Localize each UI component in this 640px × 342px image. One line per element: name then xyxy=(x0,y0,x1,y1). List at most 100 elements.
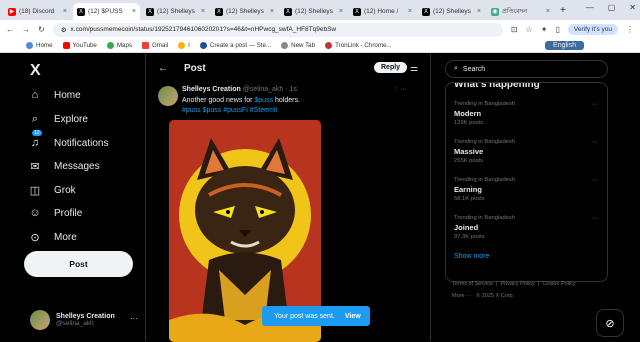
tronlink-icon xyxy=(325,42,333,49)
verify-button[interactable]: Verify it's you xyxy=(567,24,618,35)
browser-tab[interactable]: X (12) Shelleys × xyxy=(280,3,347,20)
close-tab-icon[interactable]: × xyxy=(132,8,136,15)
close-tab-icon[interactable]: × xyxy=(201,8,205,15)
account-name: Shelleys Creation xyxy=(56,313,115,320)
close-tab-icon[interactable]: × xyxy=(477,8,481,15)
browser-tab-active[interactable]: X (12) $PUSS × xyxy=(73,3,140,20)
more-dots-icon[interactable]: ··· xyxy=(130,314,138,323)
window-controls: — ▢ ✕ xyxy=(586,3,636,12)
settings-sliders-icon[interactable]: ⚌ xyxy=(410,63,418,74)
bookmark-new-tab[interactable]: New Tab xyxy=(281,42,315,49)
nav-home[interactable]: ⌂ Home xyxy=(28,88,81,102)
close-tab-icon[interactable]: × xyxy=(408,8,412,15)
cookie-link[interactable]: Cookie Policy xyxy=(542,281,575,287)
close-tab-icon[interactable]: × xyxy=(270,8,274,15)
close-tab-icon[interactable]: × xyxy=(339,8,343,15)
home-icon: ⌂ xyxy=(31,89,39,101)
bookmark-i[interactable]: I xyxy=(178,42,190,49)
bookmark-create-post[interactable]: Create a post — Ste... xyxy=(199,42,271,49)
more-link[interactable]: More ··· xyxy=(452,293,472,299)
browser-tab[interactable]: ▶ (18) Discord × xyxy=(4,3,71,20)
hashtags-link[interactable]: #puss $puss #pussFi #Steemit xyxy=(182,107,277,114)
post-sent-toast: Your post was sent. View xyxy=(262,306,370,326)
privacy-link[interactable]: Privacy Policy xyxy=(501,281,535,287)
view-post-link[interactable]: View xyxy=(345,313,361,320)
browser-tab[interactable]: X (12) Shelleys × xyxy=(211,3,278,20)
address-bar-row: ← → ↻ ⚙ x.com/pussmemecoin/status/1925217… xyxy=(0,20,640,39)
extensions-icon[interactable]: ✦ xyxy=(541,25,548,34)
nav-grok[interactable]: ◫ Grok xyxy=(28,183,76,197)
tweet-author[interactable]: Shelleys Creation @selina_akh · 1s xyxy=(182,86,297,93)
language-badge[interactable]: English xyxy=(545,41,584,50)
close-tab-icon[interactable]: × xyxy=(546,8,550,15)
site-info-icon[interactable]: ⚙ xyxy=(61,26,67,34)
copyright: © 2025 X Corp. xyxy=(476,293,515,299)
install-icon[interactable]: ⊡ xyxy=(511,25,518,34)
bookmark-maps[interactable]: Maps xyxy=(106,42,132,49)
globe-icon: ◉ xyxy=(491,7,499,16)
url-field[interactable]: ⚙ x.com/pussmemecoin/status/1925217946106… xyxy=(52,22,503,37)
youtube-icon xyxy=(62,42,70,49)
more-circle-icon: ⊙ xyxy=(30,231,40,244)
maximize-icon[interactable]: ▢ xyxy=(608,3,616,12)
more-dots-icon[interactable]: ··· xyxy=(591,215,598,222)
globe-icon xyxy=(281,42,289,49)
trend-item[interactable]: Trending in Bangladesh Joined 97.3K posts ·… xyxy=(454,215,604,240)
bookmark-youtube[interactable]: YouTube xyxy=(62,42,97,49)
browser-tab[interactable]: ◉ প্রতিবেদন × xyxy=(487,3,554,20)
avatar[interactable] xyxy=(158,86,178,106)
x-icon: X xyxy=(422,7,430,16)
tweet-more-icon[interactable]: ◌ ··· xyxy=(394,86,407,93)
steemit-icon xyxy=(199,42,207,49)
close-window-icon[interactable]: ✕ xyxy=(629,3,636,12)
bookmark-home[interactable]: Home xyxy=(26,42,53,49)
search-input[interactable]: ⌕ Search xyxy=(445,60,608,78)
menu-kebab-icon[interactable]: ⋮ xyxy=(626,25,634,34)
nav-more[interactable]: ⊙ More xyxy=(28,230,76,244)
minimize-icon[interactable]: — xyxy=(586,3,594,12)
browser-tab[interactable]: X (12) Shelleys × xyxy=(142,3,209,20)
notification-badge: 12 xyxy=(32,130,42,136)
nav-notifications[interactable]: ♫ 12 Notifications xyxy=(28,130,108,150)
more-dots-icon[interactable]: ··· xyxy=(591,101,598,108)
browser-tab[interactable]: X (12) Home / × xyxy=(349,3,416,20)
forward-arrow-icon[interactable]: → xyxy=(22,25,30,34)
x-logo-icon[interactable]: X xyxy=(30,62,41,80)
maps-icon xyxy=(106,42,114,49)
nav-messages[interactable]: ✉ Messages xyxy=(28,159,99,173)
close-tab-icon[interactable]: × xyxy=(63,8,67,15)
reload-icon[interactable]: ↻ xyxy=(38,25,45,34)
x-app: X ⌂ Home ⌕ Explore ♫ 12 Notifications ✉ Messa… xyxy=(0,54,640,342)
nav-explore[interactable]: ⌕ Explore xyxy=(28,112,88,126)
main-column: ← Post Reply ⚌ Shelleys Creation @selina… xyxy=(145,54,431,342)
show-more-link[interactable]: Show more xyxy=(454,253,489,260)
new-tab-button[interactable]: + xyxy=(560,5,566,16)
bell-icon: ♫ 12 xyxy=(30,130,42,149)
terms-link[interactable]: Terms of Service xyxy=(452,281,493,287)
post-button[interactable]: Post xyxy=(24,251,133,277)
more-dots-icon[interactable]: ··· xyxy=(591,139,598,146)
mail-icon: ✉ xyxy=(30,160,40,173)
grok-icon: ◫ xyxy=(29,184,41,197)
bookmark-icon xyxy=(178,42,186,49)
trend-item[interactable]: Trending in Bangladesh Modern 129K posts ··… xyxy=(454,101,604,126)
grok-icon[interactable]: ⊘ xyxy=(596,309,624,337)
trend-item[interactable]: Trending in Bangladesh Earning 58.1K posts… xyxy=(454,177,604,202)
x-icon: X xyxy=(77,7,85,16)
more-dots-icon[interactable]: ··· xyxy=(591,177,598,184)
bookmarks-bar: Home YouTube Maps Gmail I Create a post … xyxy=(0,39,640,53)
footer-links: Terms of Service | Privacy Policy | Cook… xyxy=(452,281,576,299)
side-panel-icon[interactable]: ▯ xyxy=(556,25,560,34)
back-arrow-icon[interactable]: ← xyxy=(158,63,168,74)
back-arrow-icon[interactable]: ← xyxy=(6,25,14,34)
trend-item[interactable]: Trending in Bangladesh Massive 255K posts ·… xyxy=(454,139,604,164)
reply-button[interactable]: Reply xyxy=(374,62,408,73)
x-icon: X xyxy=(215,7,223,16)
bookmark-gmail[interactable]: Gmail xyxy=(141,42,168,49)
bookmark-tronlink[interactable]: TronLink - Chrome... xyxy=(325,42,392,49)
bookmark-star-icon[interactable]: ☆ xyxy=(526,25,533,34)
cashtag-link[interactable]: $puss xyxy=(254,97,273,104)
nav-profile[interactable]: ☺ Profile xyxy=(28,206,82,220)
account-switcher[interactable]: Shelleys Creation @selina_akh ··· xyxy=(30,310,138,330)
browser-tab[interactable]: X (12) Shelleys × xyxy=(418,3,485,20)
